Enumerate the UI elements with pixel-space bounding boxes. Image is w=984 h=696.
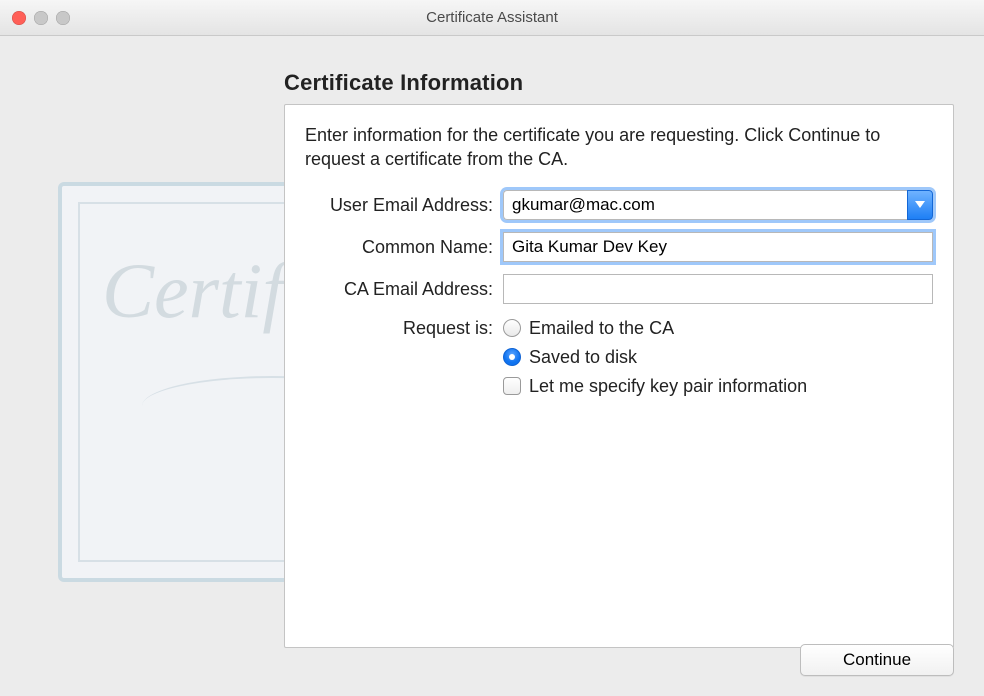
footer-buttons: Continue <box>800 644 954 676</box>
page-title: Certificate Information <box>284 70 523 96</box>
radio-emailed-icon[interactable] <box>503 319 521 337</box>
window-controls <box>12 11 70 25</box>
zoom-window-icon <box>56 11 70 25</box>
checkbox-specify-icon[interactable] <box>503 377 521 395</box>
row-common-name: Common Name: <box>305 232 933 262</box>
option-specify-key-pair[interactable]: Let me specify key pair information <box>503 376 933 397</box>
radio-saved-icon[interactable] <box>503 348 521 366</box>
option-saved-label: Saved to disk <box>529 347 637 368</box>
label-request-is: Request is: <box>305 316 503 339</box>
continue-button[interactable]: Continue <box>800 644 954 676</box>
common-name-input[interactable] <box>503 232 933 262</box>
user-email-combo[interactable] <box>503 190 933 220</box>
chevron-down-icon[interactable] <box>907 190 933 220</box>
option-specify-label: Let me specify key pair information <box>529 376 807 397</box>
window-body: Certificate Certificate Information Ente… <box>0 36 984 696</box>
row-user-email: User Email Address: <box>305 190 933 220</box>
window-title: Certificate Assistant <box>426 9 558 26</box>
user-email-input[interactable] <box>503 190 907 220</box>
label-common-name: Common Name: <box>305 235 503 258</box>
option-emailed[interactable]: Emailed to the CA <box>503 318 933 339</box>
minimize-window-icon <box>34 11 48 25</box>
option-emailed-label: Emailed to the CA <box>529 318 674 339</box>
close-window-icon[interactable] <box>12 11 26 25</box>
row-request-is: Request is: Emailed to the CA Saved to d… <box>305 316 933 397</box>
form-panel: Enter information for the certificate yo… <box>284 104 954 648</box>
titlebar: Certificate Assistant <box>0 0 984 36</box>
panel-description: Enter information for the certificate yo… <box>305 123 933 172</box>
label-user-email: User Email Address: <box>305 193 503 216</box>
label-ca-email: CA Email Address: <box>305 277 503 300</box>
row-ca-email: CA Email Address: <box>305 274 933 304</box>
option-saved[interactable]: Saved to disk <box>503 347 933 368</box>
ca-email-input[interactable] <box>503 274 933 304</box>
